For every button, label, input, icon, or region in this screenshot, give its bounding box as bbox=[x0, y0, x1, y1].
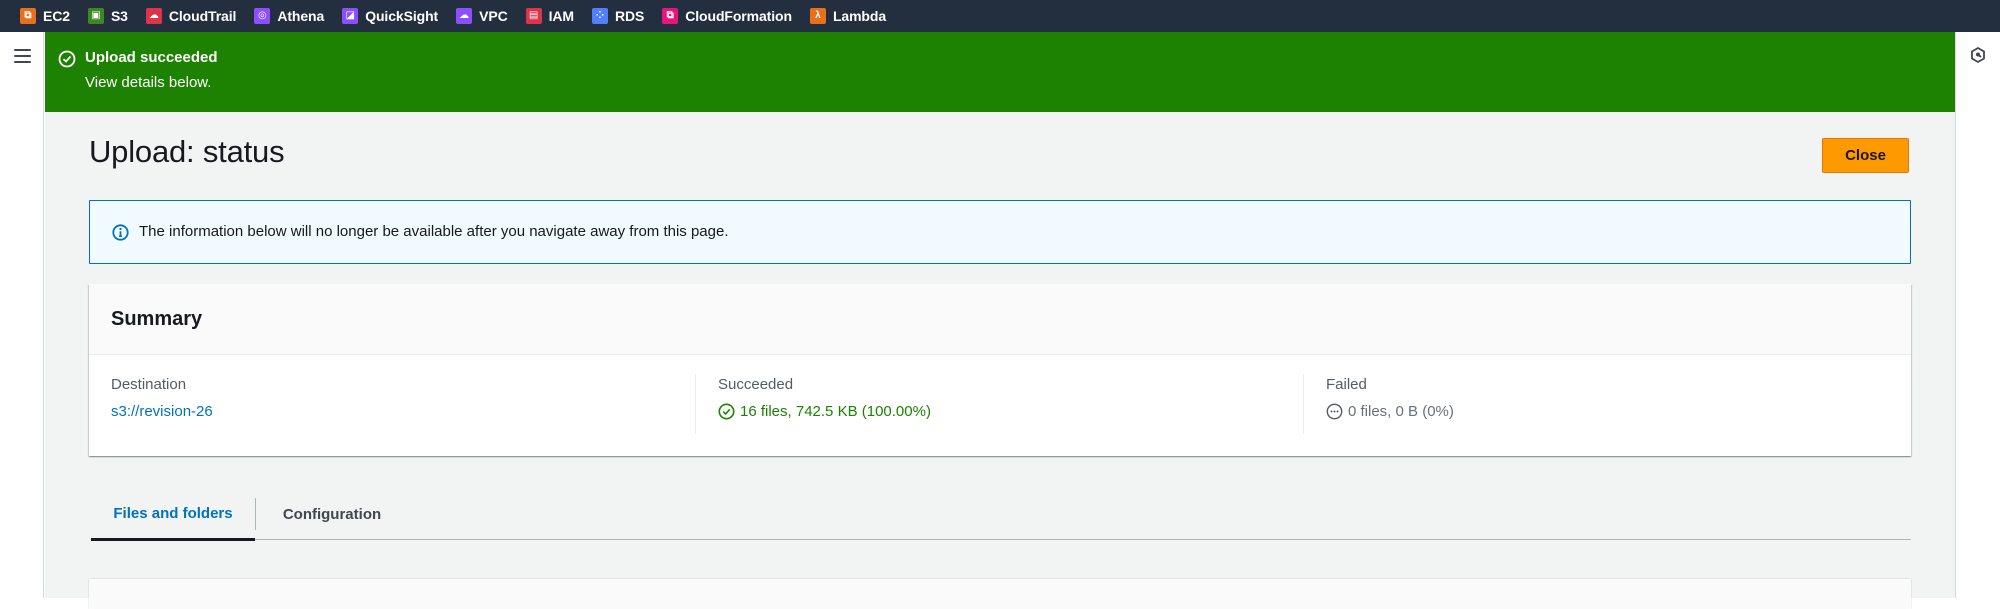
destination-label: Destination bbox=[111, 376, 187, 393]
menu-icon[interactable] bbox=[14, 49, 31, 63]
service-shortcut-lambda[interactable]: λ Lambda bbox=[809, 8, 887, 24]
success-check-icon bbox=[58, 50, 76, 68]
ec2-icon: ⧉ bbox=[20, 8, 36, 24]
summary-header: Summary bbox=[89, 284, 1911, 355]
info-alert: The information below will no longer be … bbox=[89, 200, 1911, 264]
menu-line bbox=[14, 49, 31, 51]
failed-label: Failed bbox=[1326, 376, 1367, 393]
failed-column: Failed 0 files, 0 B (0%) bbox=[1303, 374, 1887, 434]
cloudtrail-icon: ☁ bbox=[145, 8, 162, 24]
vpc-icon: ☁ bbox=[456, 8, 473, 24]
quicksight-icon: ◪ bbox=[342, 8, 359, 24]
service-shortcut-label: VPC bbox=[479, 8, 508, 24]
succeeded-value: 16 files, 742.5 KB (100.00%) bbox=[740, 403, 931, 420]
main-content: Upload succeeded View details below. Upl… bbox=[45, 32, 1955, 609]
files-panel bbox=[89, 579, 1911, 609]
service-shortcut-label: RDS bbox=[614, 8, 645, 24]
succeeded-value-row: 16 files, 742.5 KB (100.00%) bbox=[718, 403, 1279, 420]
info-alert-text: The information below will no longer be … bbox=[139, 223, 729, 240]
service-shortcut-athena[interactable]: ◎ Athena bbox=[254, 8, 324, 24]
service-shortcut-cloudtrail[interactable]: ☁ CloudTrail bbox=[145, 8, 237, 24]
flash-message: View details below. bbox=[85, 74, 212, 91]
service-shortcut-label: S3 bbox=[110, 8, 128, 24]
summary-container: Summary Destination s3://revision-26 Suc… bbox=[89, 284, 1911, 456]
pending-status-icon bbox=[1326, 403, 1343, 420]
service-shortcut-iam[interactable]: ▤ IAM bbox=[525, 8, 574, 24]
rds-icon: ⁘ bbox=[591, 8, 608, 24]
succeeded-label: Succeeded bbox=[718, 376, 794, 393]
succeeded-column: Succeeded 16 files, 742.5 KB (100.00%) bbox=[695, 374, 1279, 434]
service-shortcut-ec2[interactable]: ⧉ EC2 bbox=[20, 8, 70, 24]
destination-column: Destination s3://revision-26 bbox=[111, 374, 671, 434]
menu-line bbox=[14, 55, 31, 57]
iam-icon: ▤ bbox=[525, 8, 542, 24]
right-tools-strip bbox=[1955, 32, 2000, 598]
service-shortcut-label: CloudTrail bbox=[168, 8, 237, 24]
close-button[interactable]: Close bbox=[1822, 138, 1909, 173]
service-shortcut-s3[interactable]: ▣ S3 bbox=[87, 8, 128, 24]
lambda-icon: λ bbox=[809, 8, 826, 24]
success-status-icon bbox=[718, 403, 735, 420]
service-shortcut-label: Athena bbox=[277, 8, 325, 24]
service-shortcut-rds[interactable]: ⁘ RDS bbox=[591, 8, 645, 24]
service-shortcut-label: QuickSight bbox=[365, 8, 439, 24]
service-shortcut-quicksight[interactable]: ◪ QuickSight bbox=[342, 8, 438, 24]
service-shortcut-label: CloudFormation bbox=[685, 8, 792, 24]
success-flash-banner: Upload succeeded View details below. bbox=[45, 32, 1955, 112]
service-shortcut-cloudformation[interactable]: ⧉ CloudFormation bbox=[662, 8, 792, 24]
athena-icon: ◎ bbox=[254, 8, 271, 24]
service-shortcut-vpc[interactable]: ☁ VPC bbox=[456, 8, 508, 24]
service-shortcut-label: Lambda bbox=[832, 8, 887, 24]
info-icon bbox=[112, 224, 129, 241]
failed-value-row: 0 files, 0 B (0%) bbox=[1326, 403, 1887, 420]
destination-value-row: s3://revision-26 bbox=[111, 403, 671, 420]
failed-value: 0 files, 0 B (0%) bbox=[1348, 403, 1454, 420]
service-shortcut-bar: ⧉ EC2 ▣ S3 ☁ CloudTrail ◎ Athena ◪ QuickSight ☁ VPC… bbox=[0, 0, 2000, 32]
cloudformation-icon: ⧉ bbox=[662, 8, 679, 24]
destination-link[interactable]: s3://revision-26 bbox=[111, 403, 213, 420]
flash-title: Upload succeeded bbox=[85, 49, 218, 66]
service-shortcut-label: IAM bbox=[548, 8, 574, 24]
menu-line bbox=[14, 61, 31, 63]
summary-title: Summary bbox=[111, 308, 203, 330]
page-title: Upload: status bbox=[89, 134, 285, 169]
service-shortcut-label: EC2 bbox=[43, 8, 70, 24]
tab-configuration[interactable]: Configuration bbox=[256, 488, 408, 540]
tools-panel-icon[interactable] bbox=[1969, 46, 1987, 64]
tab-list: Files and folders Configuration bbox=[91, 488, 1911, 541]
s3-icon: ▣ bbox=[87, 8, 104, 24]
left-navigation-strip bbox=[0, 32, 44, 598]
tab-files-and-folders[interactable]: Files and folders bbox=[91, 488, 255, 541]
